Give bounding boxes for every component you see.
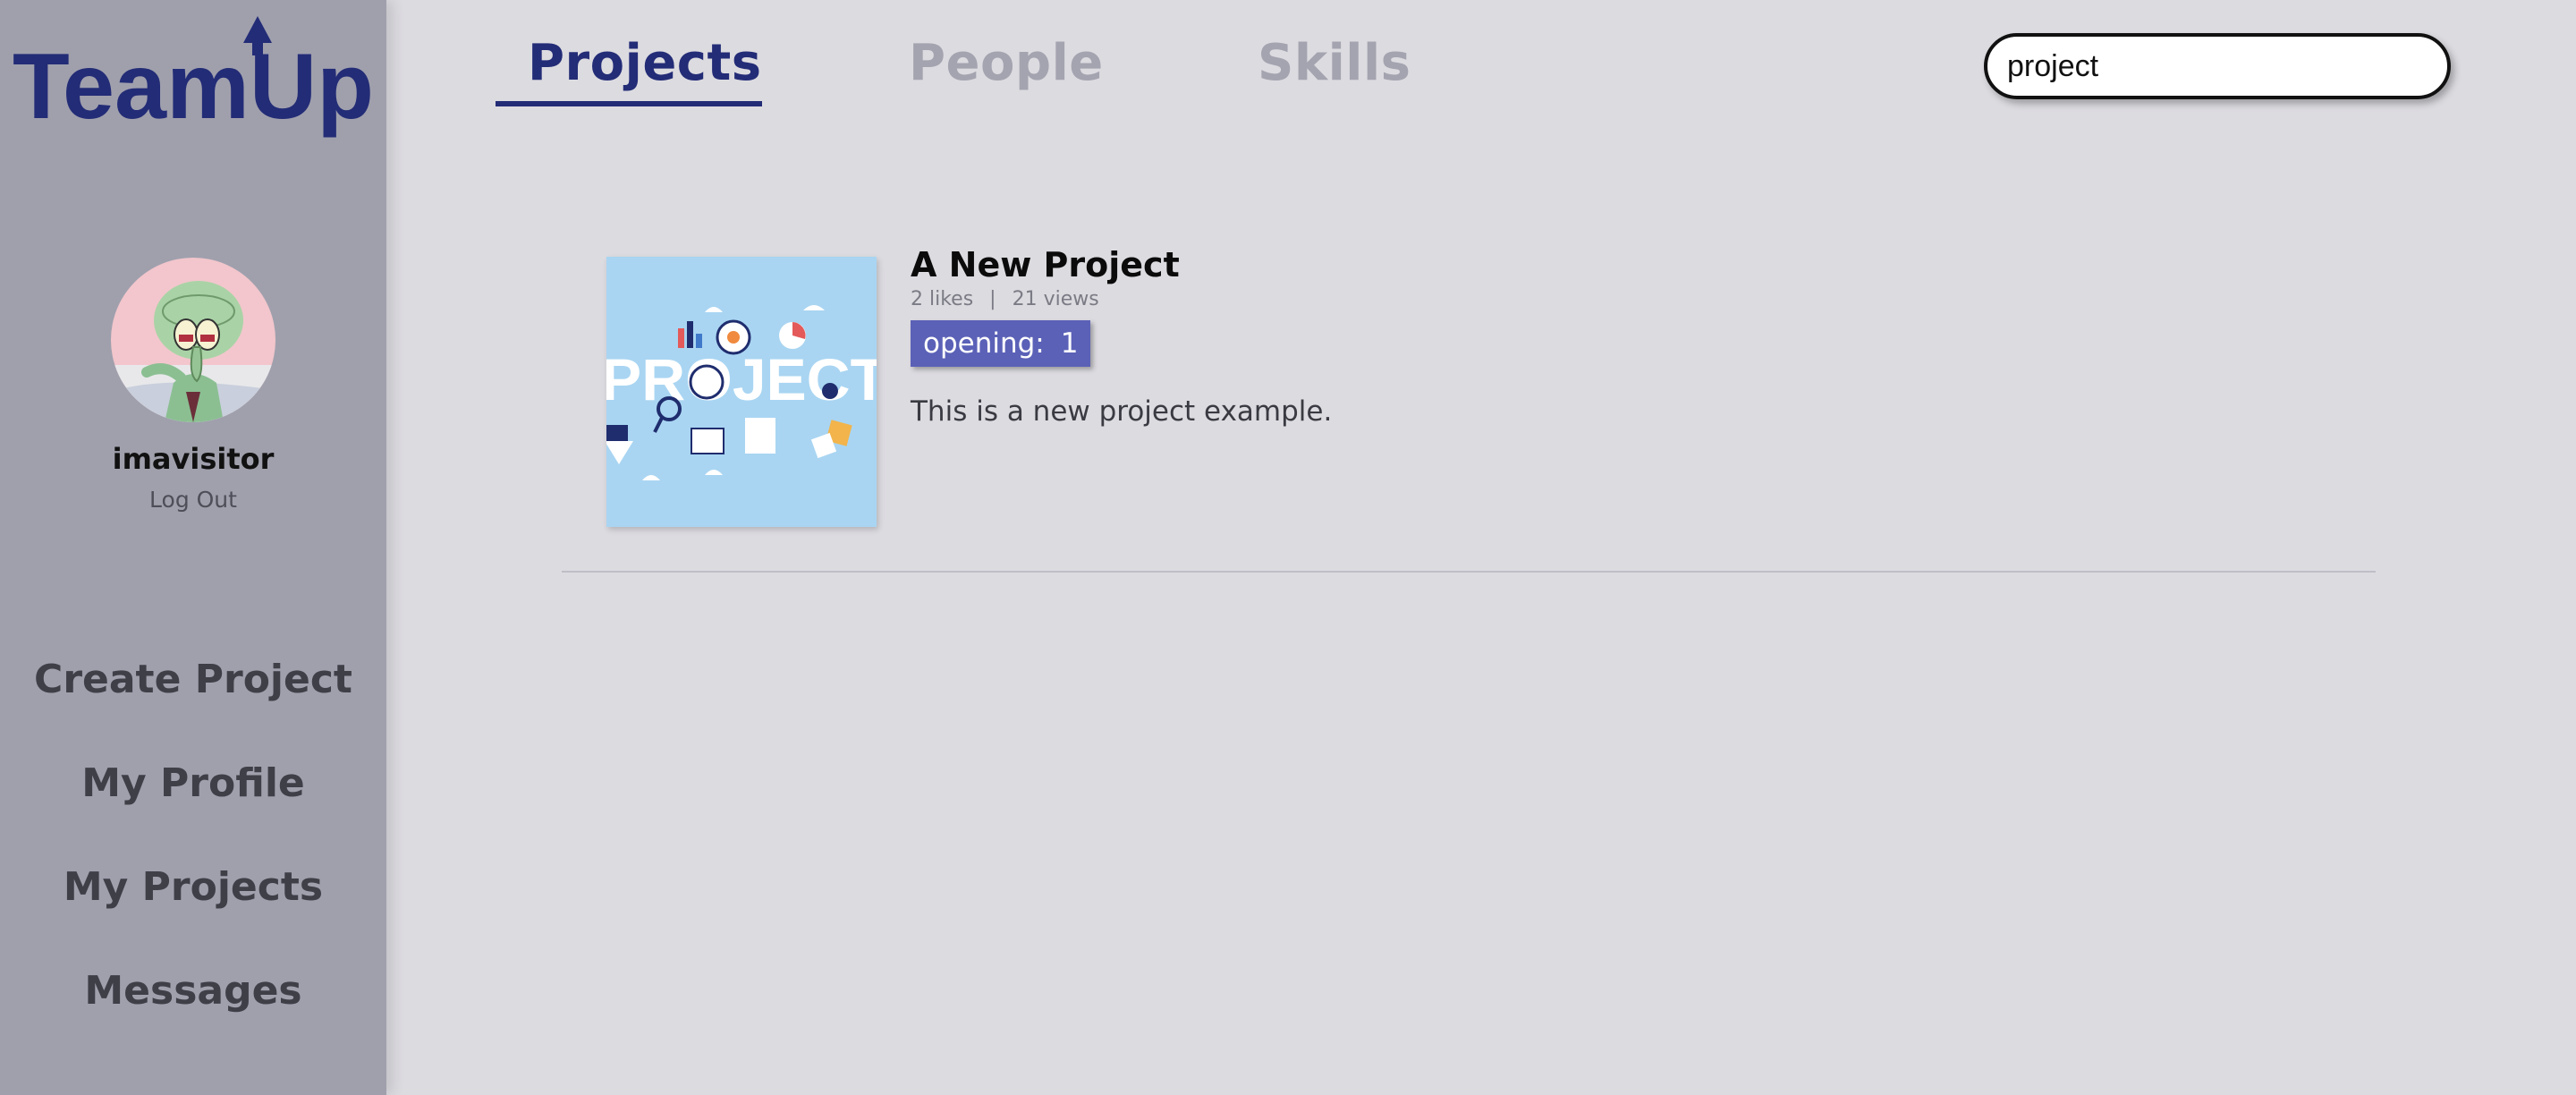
tab-skills[interactable]: Skills: [1258, 34, 1411, 92]
opening-count: 1: [1060, 327, 1079, 360]
stats-separator: |: [989, 288, 996, 310]
sidebar-item-create-project[interactable]: Create Project: [0, 657, 386, 702]
logout-link[interactable]: Log Out: [0, 487, 386, 513]
opening-label: opening:: [923, 327, 1045, 360]
logo-text: TeamUp: [13, 35, 374, 138]
sidebar-item-messages[interactable]: Messages: [0, 968, 386, 1014]
sidebar-item-my-projects[interactable]: My Projects: [0, 864, 386, 910]
tab-people[interactable]: People: [909, 34, 1104, 92]
opening-badge: opening: 1: [911, 320, 1091, 367]
project-stats: 2 likes | 21 views: [911, 288, 1099, 310]
app: TeamUp imavisitor Log Out Create Project…: [0, 0, 2576, 1095]
thumbnail-word: PROJECT: [606, 346, 877, 412]
avatar[interactable]: [111, 258, 275, 422]
search-input[interactable]: [1984, 33, 2451, 99]
sidebar: TeamUp imavisitor Log Out Create Project…: [0, 0, 386, 1095]
project-thumbnail[interactable]: PROJECT: [606, 257, 877, 527]
sidebar-item-my-profile[interactable]: My Profile: [0, 760, 386, 806]
project-likes: 2 likes: [911, 288, 974, 310]
teamup-logo[interactable]: TeamUp: [13, 13, 379, 138]
project-views: 21 views: [1012, 288, 1099, 310]
project-description: This is a new project example.: [911, 395, 1333, 428]
username: imavisitor: [112, 442, 275, 476]
tab-projects[interactable]: Projects: [528, 34, 762, 92]
project-title[interactable]: A New Project: [911, 245, 1180, 284]
avatar-image: [111, 258, 275, 422]
project-thumbnail-image: PROJECT: [606, 257, 877, 527]
active-tab-indicator: [496, 101, 762, 106]
result-divider: [562, 571, 2376, 573]
